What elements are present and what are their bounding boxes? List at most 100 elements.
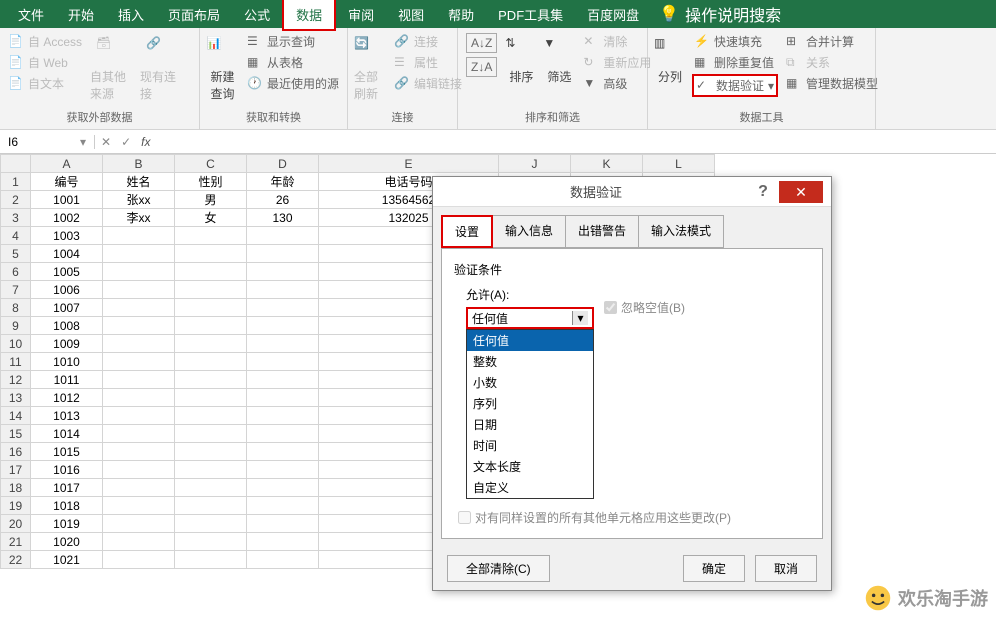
properties[interactable]: ☰属性: [392, 53, 464, 72]
row-header[interactable]: 16: [1, 443, 31, 461]
row-header[interactable]: 12: [1, 371, 31, 389]
col-header-J[interactable]: J: [499, 155, 571, 173]
row-header[interactable]: 9: [1, 317, 31, 335]
cell[interactable]: 1001: [31, 191, 103, 209]
chevron-down-icon[interactable]: ▾: [80, 135, 86, 149]
col-header-L[interactable]: L: [643, 155, 715, 173]
cell[interactable]: [247, 533, 319, 551]
row-header[interactable]: 21: [1, 533, 31, 551]
from-access[interactable]: 📄自 Access: [6, 32, 84, 51]
cell[interactable]: [103, 533, 175, 551]
cell[interactable]: 1020: [31, 533, 103, 551]
cell[interactable]: [175, 389, 247, 407]
existing-conn[interactable]: 🔗 现有连接: [140, 32, 184, 106]
allow-opt-any[interactable]: 任何值: [467, 330, 593, 351]
cell[interactable]: 编号: [31, 173, 103, 191]
cell[interactable]: 1010: [31, 353, 103, 371]
cell[interactable]: 1013: [31, 407, 103, 425]
cell[interactable]: [247, 407, 319, 425]
cell[interactable]: [103, 227, 175, 245]
cell[interactable]: [103, 335, 175, 353]
cell[interactable]: [175, 299, 247, 317]
cell[interactable]: 1011: [31, 371, 103, 389]
cell[interactable]: [103, 461, 175, 479]
cell[interactable]: [103, 263, 175, 281]
cell[interactable]: 1018: [31, 497, 103, 515]
cell[interactable]: [247, 443, 319, 461]
row-header[interactable]: 8: [1, 299, 31, 317]
menu-insert[interactable]: 插入: [106, 0, 156, 29]
cell[interactable]: 1021: [31, 551, 103, 569]
name-box[interactable]: ▾: [0, 135, 95, 149]
menu-home[interactable]: 开始: [56, 0, 106, 29]
cell[interactable]: [175, 335, 247, 353]
row-header[interactable]: 7: [1, 281, 31, 299]
allow-opt-time[interactable]: 时间: [467, 435, 593, 456]
cell[interactable]: [175, 461, 247, 479]
menu-baidu[interactable]: 百度网盘: [575, 0, 651, 29]
cell[interactable]: 1015: [31, 443, 103, 461]
cell[interactable]: [103, 389, 175, 407]
row-header[interactable]: 14: [1, 407, 31, 425]
cell[interactable]: [175, 533, 247, 551]
row-header[interactable]: 18: [1, 479, 31, 497]
cell[interactable]: 女: [175, 209, 247, 227]
cell[interactable]: [175, 371, 247, 389]
cell[interactable]: 1003: [31, 227, 103, 245]
allow-opt-custom[interactable]: 自定义: [467, 477, 593, 498]
row-header[interactable]: 22: [1, 551, 31, 569]
cell[interactable]: [247, 371, 319, 389]
recent-sources[interactable]: 🕐最近使用的源: [245, 74, 341, 93]
tab-settings[interactable]: 设置: [441, 215, 493, 248]
refresh-all[interactable]: 🔄 全部刷新: [354, 32, 386, 106]
clear[interactable]: ✕清除: [581, 32, 653, 51]
col-header-B[interactable]: B: [103, 155, 175, 173]
dialog-titlebar[interactable]: 数据验证 ? ✕: [433, 177, 831, 207]
row-header[interactable]: 17: [1, 461, 31, 479]
row-header[interactable]: 19: [1, 497, 31, 515]
sort-desc[interactable]: Z↓A: [464, 56, 499, 78]
cell[interactable]: 姓名: [103, 173, 175, 191]
cell[interactable]: [103, 479, 175, 497]
cell[interactable]: 1014: [31, 425, 103, 443]
from-table[interactable]: ▦从表格: [245, 53, 341, 72]
cell[interactable]: 1019: [31, 515, 103, 533]
edit-links[interactable]: 🔗编辑链接: [392, 74, 464, 93]
tab-ime[interactable]: 输入法模式: [638, 215, 724, 248]
confirm-icon[interactable]: ✓: [121, 135, 131, 149]
cell[interactable]: 1017: [31, 479, 103, 497]
cell[interactable]: [175, 263, 247, 281]
cell[interactable]: 1006: [31, 281, 103, 299]
cell[interactable]: [103, 317, 175, 335]
row-header[interactable]: 15: [1, 425, 31, 443]
allow-opt-date[interactable]: 日期: [467, 414, 593, 435]
from-text[interactable]: 📄自文本: [6, 74, 84, 93]
cell[interactable]: 1008: [31, 317, 103, 335]
cell[interactable]: 130: [247, 209, 319, 227]
allow-opt-list[interactable]: 序列: [467, 393, 593, 414]
cell[interactable]: [175, 281, 247, 299]
data-model[interactable]: ▦管理数据模型: [784, 74, 880, 93]
menu-data[interactable]: 数据: [282, 0, 336, 31]
connections[interactable]: 🔗连接: [392, 32, 464, 51]
row-header[interactable]: 2: [1, 191, 31, 209]
menu-view[interactable]: 视图: [386, 0, 436, 29]
cell[interactable]: [247, 425, 319, 443]
data-validation[interactable]: ✓数据验证▾: [692, 74, 778, 97]
allow-opt-decimal[interactable]: 小数: [467, 372, 593, 393]
cell[interactable]: [175, 317, 247, 335]
cell[interactable]: 1002: [31, 209, 103, 227]
sort-asc[interactable]: A↓Z: [464, 32, 499, 54]
cell[interactable]: [103, 371, 175, 389]
row-header[interactable]: 20: [1, 515, 31, 533]
cell[interactable]: [247, 461, 319, 479]
cell[interactable]: [103, 281, 175, 299]
cell[interactable]: [175, 443, 247, 461]
col-header-D[interactable]: D: [247, 155, 319, 173]
cell[interactable]: [247, 263, 319, 281]
cell[interactable]: 男: [175, 191, 247, 209]
cell[interactable]: [175, 497, 247, 515]
cell[interactable]: 1016: [31, 461, 103, 479]
cell[interactable]: 1012: [31, 389, 103, 407]
col-header-E[interactable]: E: [319, 155, 499, 173]
